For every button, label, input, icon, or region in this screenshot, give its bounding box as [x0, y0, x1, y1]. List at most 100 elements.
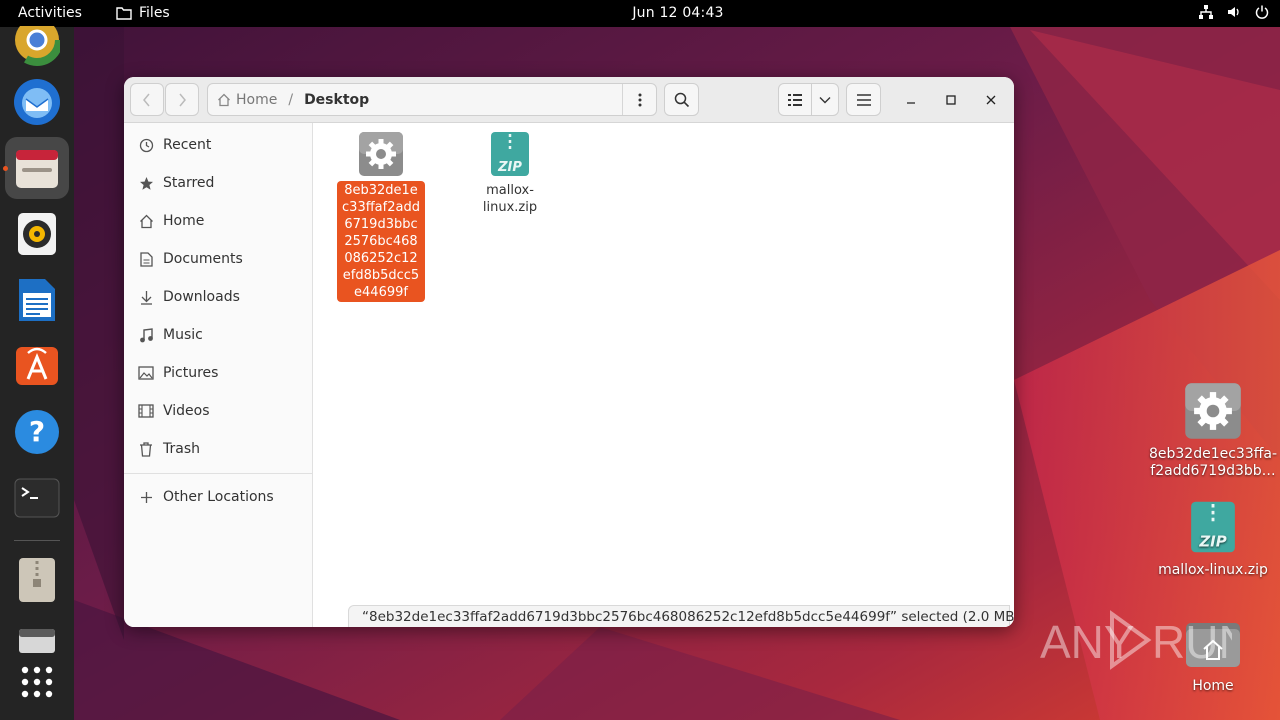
sidebar-item-recent[interactable]: Recent — [124, 126, 312, 164]
sidebar-item-label: Starred — [163, 175, 215, 191]
maximize-icon — [946, 95, 956, 105]
vertical-dots-icon — [638, 93, 641, 106]
files-window: Home / Desktop Recent Starred Home Docum… — [124, 77, 1014, 627]
top-bar: Activities Files Jun 12 04:43 — [0, 0, 1280, 27]
sidebar: Recent Starred Home Documents Downloads … — [124, 123, 313, 627]
file-item[interactable]: ZIP mallox-linux.zip — [465, 130, 555, 217]
picture-icon — [137, 364, 155, 382]
search-icon — [674, 92, 689, 107]
desktop-icon-file[interactable]: 8eb32de1ec33ffa- f2add6719d3bb… — [1148, 382, 1278, 480]
svg-text:ZIP: ZIP — [1198, 533, 1226, 551]
system-tray[interactable] — [1198, 4, 1270, 20]
terminal-icon[interactable] — [12, 473, 62, 523]
breadcrumb-home[interactable]: Home — [217, 92, 277, 108]
chevron-right-icon — [179, 93, 186, 106]
dock: ? — [0, 26, 74, 720]
desktop-icon-zip[interactable]: ZIP mallox-linux.zip — [1148, 498, 1278, 579]
clock[interactable]: Jun 12 04:43 — [0, 5, 1280, 21]
sidebar-item-starred[interactable]: Starred — [124, 164, 312, 202]
music-icon — [137, 326, 155, 344]
zip-icon: ZIP — [1184, 498, 1242, 556]
chevron-down-icon — [819, 96, 831, 103]
app-grid-icon[interactable] — [12, 657, 62, 707]
sidebar-item-label: Videos — [163, 403, 210, 419]
watermark-right-text: RUN — [1152, 616, 1232, 668]
app-center-icon[interactable] — [12, 341, 62, 391]
power-icon — [1255, 5, 1269, 19]
download-icon — [137, 288, 155, 306]
plus-icon — [137, 488, 155, 506]
selection-status: “8eb32de1ec33ffaf2add6719d3bbc2576bc4680… — [348, 605, 1014, 627]
thunderbird-icon[interactable] — [12, 77, 62, 127]
gear-file-icon — [1184, 382, 1242, 440]
back-button[interactable] — [130, 83, 164, 116]
view-toggle-group — [778, 83, 839, 116]
home-icon — [218, 93, 230, 106]
main-menu-button[interactable] — [846, 83, 881, 116]
dock-separator — [14, 540, 60, 541]
file-name: mallox-linux.zip — [482, 183, 538, 215]
chrome-icon[interactable] — [12, 21, 62, 71]
path-menu-button[interactable] — [622, 84, 656, 115]
sidebar-item-documents[interactable]: Documents — [124, 240, 312, 278]
file-grid: 8eb32de1ec33ffaf2add6719d3bbc2576bc46808… — [313, 123, 1014, 627]
sidebar-item-videos[interactable]: Videos — [124, 392, 312, 430]
help-icon[interactable]: ? — [12, 407, 62, 457]
desktop-icon-label: mallox-linux.zip — [1158, 562, 1268, 578]
desktop-icon-label: 8eb32de1ec33ffa- f2add6719d3bb… — [1148, 446, 1278, 479]
volume-icon — [1228, 7, 1239, 17]
view-options-button[interactable] — [812, 84, 838, 115]
file-item-selected[interactable]: 8eb32de1ec33ffaf2add6719d3bbc2576bc46808… — [336, 130, 426, 302]
zip-icon: ZIP — [486, 130, 534, 178]
forward-button[interactable] — [165, 83, 199, 116]
files-icon[interactable] — [5, 137, 69, 199]
maximize-button[interactable] — [940, 89, 962, 111]
document-icon — [137, 250, 155, 268]
search-button[interactable] — [664, 83, 699, 116]
sidebar-item-other-locations[interactable]: Other Locations — [124, 478, 312, 516]
sidebar-item-label: Pictures — [163, 365, 219, 381]
chevron-left-icon — [143, 93, 150, 106]
breadcrumb-separator: / — [288, 91, 294, 108]
anyrun-watermark: ANY RUN — [1040, 610, 1232, 670]
active-indicator — [3, 166, 8, 171]
sidebar-item-label: Music — [163, 327, 203, 343]
sidebar-item-label: Home — [163, 213, 205, 229]
sidebar-item-music[interactable]: Music — [124, 316, 312, 354]
sidebar-item-label: Documents — [163, 251, 243, 267]
breadcrumb-home-label: Home — [236, 91, 278, 108]
trash-icon — [137, 440, 155, 458]
breadcrumb-current[interactable]: Desktop — [304, 92, 369, 108]
sidebar-item-label: Recent — [163, 137, 212, 153]
writer-icon[interactable] — [12, 275, 62, 325]
path-bar: Home / Desktop — [207, 83, 657, 116]
sidebar-item-label: Trash — [163, 441, 200, 457]
sidebar-item-label: Downloads — [163, 289, 240, 305]
close-icon — [986, 95, 996, 105]
rhythmbox-icon[interactable] — [12, 209, 62, 259]
list-view-button[interactable] — [779, 84, 813, 115]
video-icon — [137, 402, 155, 420]
sidebar-item-home[interactable]: Home — [124, 202, 312, 240]
svg-text:?: ? — [29, 415, 45, 448]
svg-text:ZIP: ZIP — [497, 160, 522, 175]
star-icon — [137, 174, 155, 192]
network-icon — [1199, 5, 1213, 19]
sidebar-separator — [124, 473, 312, 474]
minimize-button[interactable] — [900, 89, 922, 111]
gear-file-icon — [357, 130, 405, 178]
list-view-icon — [788, 93, 803, 106]
sidebar-item-label: Other Locations — [163, 489, 274, 505]
home-icon — [137, 212, 155, 230]
clock-icon — [137, 136, 155, 154]
close-button[interactable] — [980, 89, 1002, 111]
sidebar-item-downloads[interactable]: Downloads — [124, 278, 312, 316]
file-name: 8eb32de1ec33ffaf2add6719d3bbc2576bc46808… — [337, 181, 425, 302]
sidebar-item-pictures[interactable]: Pictures — [124, 354, 312, 392]
archive-icon[interactable] — [12, 555, 62, 605]
desktop-icon-label: Home — [1192, 678, 1234, 694]
header-bar: Home / Desktop — [124, 77, 1014, 123]
hamburger-menu-icon — [856, 93, 871, 106]
minimize-icon — [907, 102, 915, 104]
sidebar-item-trash[interactable]: Trash — [124, 430, 312, 468]
